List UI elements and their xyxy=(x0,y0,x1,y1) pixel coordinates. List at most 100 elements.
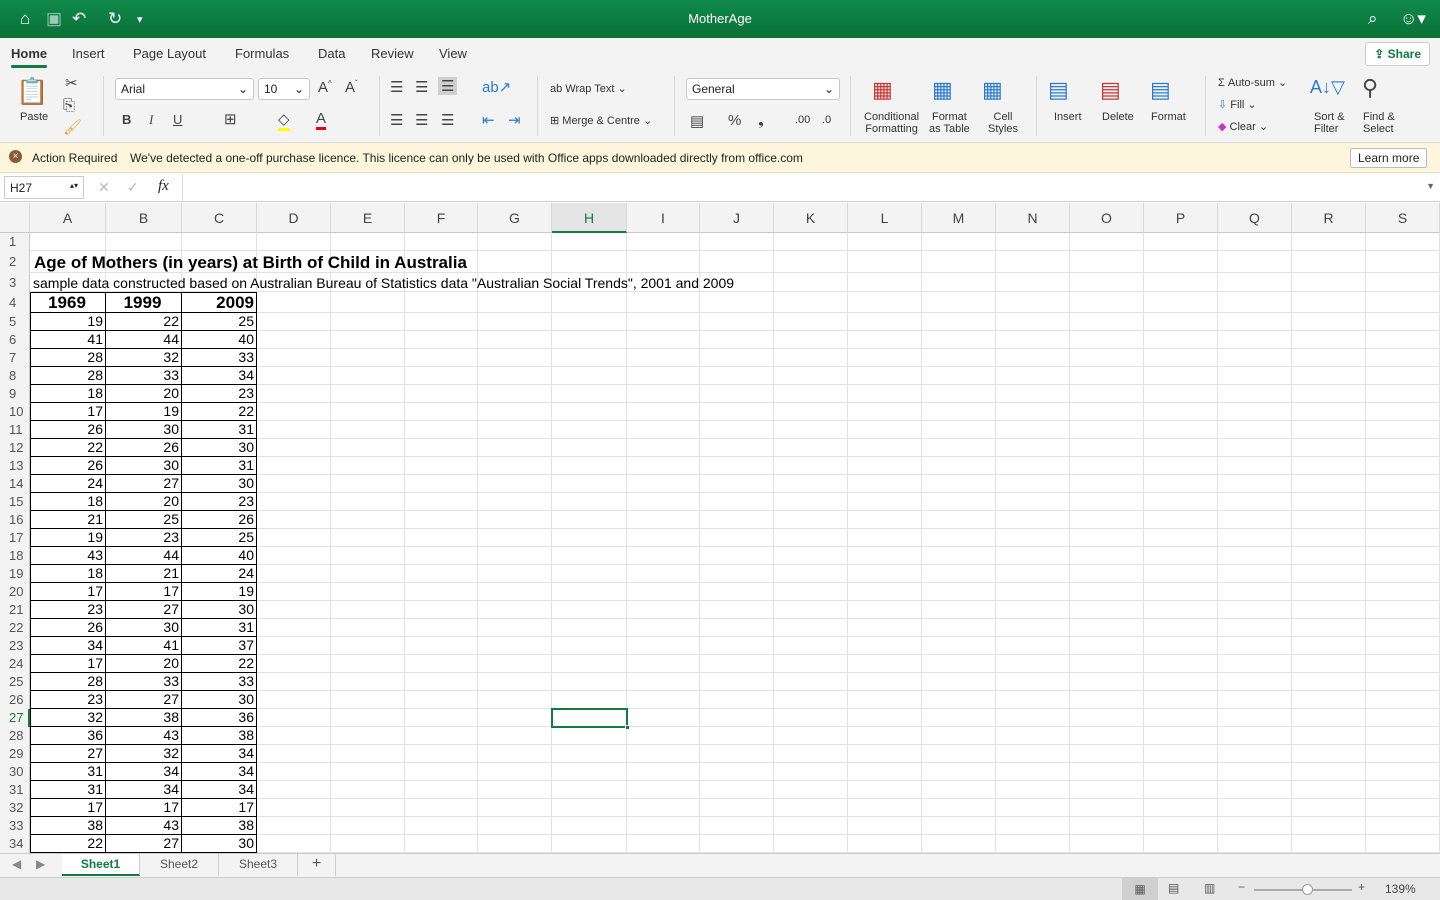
sheet-tab-sheet3[interactable]: Sheet3 xyxy=(219,854,298,876)
data-cell[interactable]: 23 xyxy=(106,529,182,547)
data-cell[interactable]: 26 xyxy=(30,457,106,475)
year-header-2009[interactable]: 2009 xyxy=(182,292,257,313)
data-cell[interactable]: 34 xyxy=(182,745,257,763)
row-header-22[interactable]: 22 xyxy=(0,619,30,637)
row-header-32[interactable]: 32 xyxy=(0,799,30,817)
row-header-11[interactable]: 11 xyxy=(0,421,30,439)
data-cell[interactable]: 38 xyxy=(30,817,106,835)
row-header-1[interactable]: 1 xyxy=(0,233,30,251)
data-cell[interactable]: 31 xyxy=(30,781,106,799)
data-cell[interactable]: 33 xyxy=(106,673,182,691)
data-cell[interactable]: 18 xyxy=(30,565,106,583)
data-cell[interactable]: 19 xyxy=(106,403,182,421)
column-header-k[interactable]: K xyxy=(774,203,848,233)
data-cell[interactable]: 24 xyxy=(30,475,106,493)
font-size-select[interactable]: 10 ⌄ xyxy=(258,78,310,100)
data-cell[interactable]: 25 xyxy=(106,511,182,529)
data-cell[interactable]: 31 xyxy=(182,421,257,439)
column-header-l[interactable]: L xyxy=(848,203,922,233)
data-cell[interactable]: 20 xyxy=(106,385,182,403)
data-cell[interactable]: 32 xyxy=(106,349,182,367)
page-layout-view-icon[interactable]: ▤ xyxy=(1168,881,1179,895)
data-cell[interactable]: 43 xyxy=(106,727,182,745)
data-cell[interactable]: 22 xyxy=(182,403,257,421)
decrease-decimal-icon[interactable]: .0 xyxy=(822,114,831,126)
data-cell[interactable]: 36 xyxy=(30,727,106,745)
row-header-29[interactable]: 29 xyxy=(0,745,30,763)
data-cell[interactable]: 30 xyxy=(182,691,257,709)
delete-cells-icon[interactable]: ▤ xyxy=(1100,77,1121,103)
row-header-31[interactable]: 31 xyxy=(0,781,30,799)
data-cell[interactable]: 30 xyxy=(182,835,257,853)
data-cell[interactable]: 27 xyxy=(106,601,182,619)
page-break-view-icon[interactable]: ▥ xyxy=(1204,881,1215,895)
data-cell[interactable]: 27 xyxy=(106,475,182,493)
row-header-13[interactable]: 13 xyxy=(0,457,30,475)
row-header-34[interactable]: 34 xyxy=(0,835,30,853)
data-cell[interactable]: 33 xyxy=(106,367,182,385)
row-header-14[interactable]: 14 xyxy=(0,475,30,493)
comma-icon[interactable]: ❟ xyxy=(758,112,764,129)
tab-formulas[interactable]: Formulas xyxy=(235,46,289,61)
merge-centre-button[interactable]: ⊞ Merge & Centre ⌄ xyxy=(550,114,652,127)
align-top-icon[interactable]: ☰ xyxy=(390,78,403,96)
row-header-19[interactable]: 19 xyxy=(0,565,30,583)
data-cell[interactable]: 23 xyxy=(30,691,106,709)
data-cell[interactable]: 30 xyxy=(182,475,257,493)
currency-icon[interactable]: ▤ xyxy=(690,112,704,130)
data-cell[interactable]: 26 xyxy=(182,511,257,529)
data-cell[interactable]: 22 xyxy=(182,655,257,673)
data-cell[interactable]: 17 xyxy=(30,655,106,673)
column-header-j[interactable]: J xyxy=(700,203,774,233)
zoom-slider-thumb[interactable] xyxy=(1302,884,1313,895)
data-cell[interactable]: 34 xyxy=(106,763,182,781)
data-cell[interactable]: 37 xyxy=(182,637,257,655)
font-name-select[interactable]: Arial ⌄ xyxy=(115,78,254,100)
sheet-tab-sheet2[interactable]: Sheet2 xyxy=(140,854,219,876)
column-header-n[interactable]: N xyxy=(996,203,1070,233)
data-cell[interactable]: 33 xyxy=(182,673,257,691)
column-header-m[interactable]: M xyxy=(922,203,996,233)
select-all-corner[interactable] xyxy=(0,203,30,233)
data-cell[interactable]: 30 xyxy=(182,601,257,619)
number-format-select[interactable]: General ⌄ xyxy=(686,78,840,100)
search-icon[interactable]: ⌕ xyxy=(1368,9,1378,29)
column-header-o[interactable]: O xyxy=(1070,203,1144,233)
tab-view[interactable]: View xyxy=(439,46,467,61)
align-center-icon[interactable]: ☰ xyxy=(415,111,428,129)
data-cell[interactable]: 25 xyxy=(182,313,257,331)
year-header-1969[interactable]: 1969 xyxy=(30,292,106,313)
row-header-6[interactable]: 6 xyxy=(0,331,30,349)
data-cell[interactable]: 36 xyxy=(182,709,257,727)
data-cell[interactable]: 26 xyxy=(30,421,106,439)
data-cell[interactable]: 41 xyxy=(106,637,182,655)
selected-cell-h27[interactable] xyxy=(551,708,630,730)
sort-filter-icon[interactable]: A↓▽ xyxy=(1310,77,1345,98)
orientation-icon[interactable]: ab↗ xyxy=(482,78,511,96)
row-header-7[interactable]: 7 xyxy=(0,349,30,367)
increase-indent-icon[interactable]: ⇥ xyxy=(508,111,521,129)
cancel-icon[interactable]: ✕ xyxy=(98,179,110,196)
align-right-icon[interactable]: ☰ xyxy=(441,111,454,129)
column-header-s[interactable]: S xyxy=(1366,203,1440,233)
add-sheet-button[interactable]: + xyxy=(298,854,336,876)
data-cell[interactable]: 28 xyxy=(30,349,106,367)
sheet-title[interactable]: Age of Mothers (in years) at Birth of Ch… xyxy=(34,253,467,273)
insert-cells-icon[interactable]: ▤ xyxy=(1048,77,1069,103)
percent-icon[interactable]: % xyxy=(728,112,741,129)
conditional-formatting-icon[interactable]: ▦ xyxy=(872,77,893,103)
column-header-r[interactable]: R xyxy=(1292,203,1366,233)
increase-decimal-icon[interactable]: .00 xyxy=(795,114,810,126)
column-header-p[interactable]: P xyxy=(1144,203,1218,233)
column-header-b[interactable]: B xyxy=(106,203,182,233)
wrap-text-button[interactable]: ab Wrap Text ⌄ xyxy=(550,82,627,95)
enter-icon[interactable]: ✓ xyxy=(127,179,139,196)
data-cell[interactable]: 32 xyxy=(30,709,106,727)
column-header-f[interactable]: F xyxy=(405,203,478,233)
insert-button[interactable]: Insert xyxy=(1054,111,1082,123)
name-box[interactable]: H27 ▴▾ xyxy=(4,176,84,199)
data-cell[interactable]: 44 xyxy=(106,547,182,565)
data-cell[interactable]: 41 xyxy=(30,331,106,349)
data-cell[interactable]: 17 xyxy=(106,583,182,601)
data-cell[interactable]: 19 xyxy=(30,313,106,331)
